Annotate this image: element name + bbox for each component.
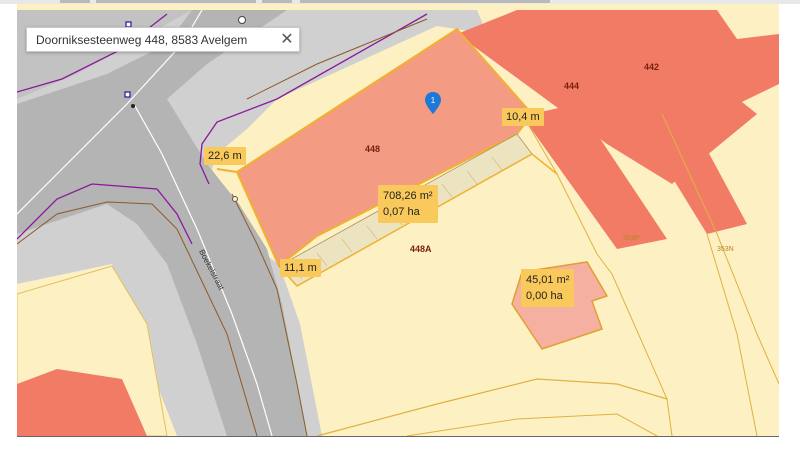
area-m2: 45,01 m² — [526, 274, 570, 286]
map-node — [232, 196, 238, 202]
parcel-label-small: 353P — [623, 235, 640, 242]
area-ha: 0,00 ha — [526, 290, 563, 302]
toolbar-tab[interactable] — [262, 0, 292, 3]
toolbar-tab[interactable] — [96, 0, 256, 3]
parcel-label-444: 444 — [564, 81, 580, 91]
address-text[interactable]: Doorniksesteenweg 448, 8583 Avelgem — [27, 33, 275, 47]
svg-text:1: 1 — [431, 96, 436, 105]
area-m2: 708,26 m² — [383, 190, 433, 202]
map-view[interactable]: 1 448 448A 444 442 353P 353N Boekelstraa… — [17, 4, 779, 436]
map-point-symbol — [124, 91, 131, 98]
parcel-label-448: 448 — [365, 144, 381, 154]
parcel-label-small: 353N — [717, 246, 734, 253]
measurement-label: 10,4 m — [502, 108, 544, 126]
map-bottom-border — [17, 436, 779, 437]
parcel-label-448a: 448A — [410, 244, 432, 254]
map-node — [131, 104, 135, 108]
toolbar-tab[interactable] — [300, 0, 550, 3]
measurement-label: 11,1 m — [280, 259, 321, 277]
parcel-label-442: 442 — [644, 62, 660, 72]
close-icon[interactable]: ✕ — [275, 27, 299, 52]
area-label-annex: 45,01 m² 0,00 ha — [521, 269, 575, 307]
area-ha: 0,07 ha — [383, 206, 420, 218]
toolbar-tab[interactable] — [60, 0, 90, 3]
measurement-label: 22,6 m — [204, 147, 246, 165]
address-search-box[interactable]: Doorniksesteenweg 448, 8583 Avelgem ✕ — [26, 27, 300, 52]
map-node — [238, 16, 246, 24]
area-label-main: 708,26 m² 0,07 ha — [378, 185, 438, 223]
